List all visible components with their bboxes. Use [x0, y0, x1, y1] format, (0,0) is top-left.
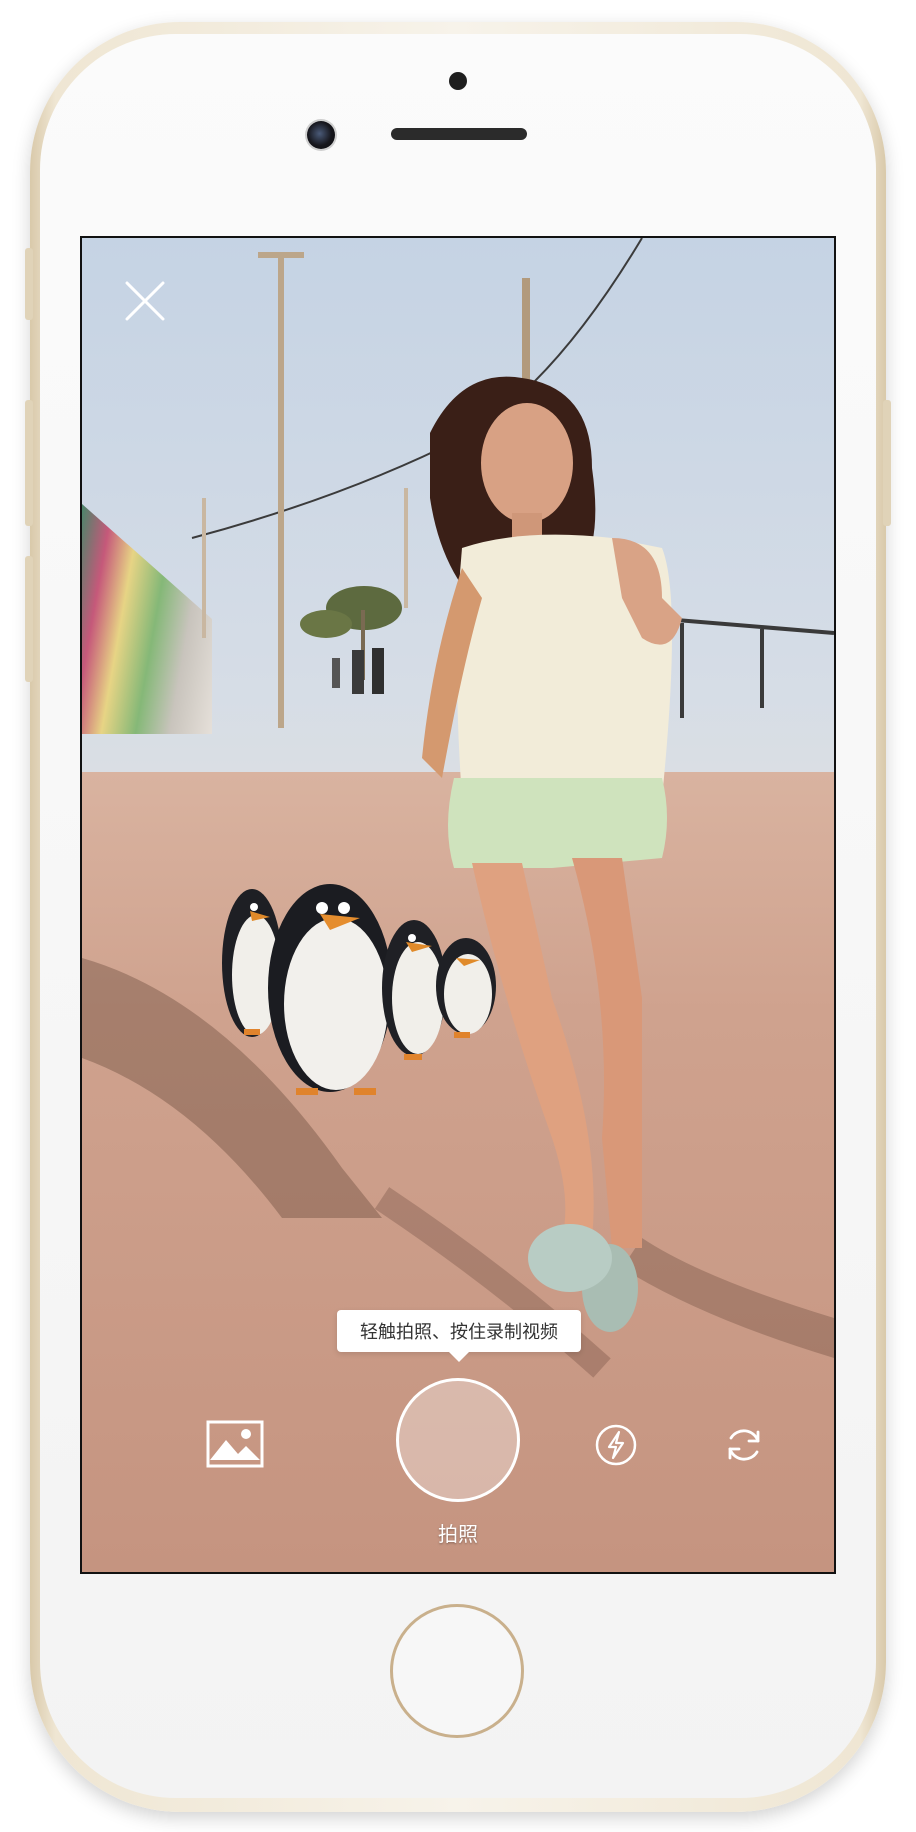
front-camera — [449, 72, 467, 90]
tooltip-arrow — [449, 1352, 469, 1362]
image-gallery-icon — [206, 1420, 264, 1468]
camera-preview-photo — [82, 238, 834, 1378]
proximity-sensor — [307, 121, 335, 149]
mute-switch — [25, 248, 33, 320]
close-button[interactable] — [122, 278, 168, 324]
phone-mockup: 轻触拍照、按住录制视频 拍照 — [0, 0, 916, 1832]
volume-down-button — [25, 556, 33, 682]
volume-up-button — [25, 400, 33, 526]
shutter-button[interactable] — [396, 1378, 520, 1502]
flash-button[interactable] — [594, 1423, 638, 1467]
shutter-label: 拍照 — [438, 1522, 478, 1546]
capture-hint-tooltip: 轻触拍照、按住录制视频 — [337, 1310, 581, 1362]
earpiece-speaker — [391, 128, 527, 140]
switch-camera-button[interactable] — [722, 1423, 766, 1467]
home-button[interactable] — [390, 1604, 524, 1738]
close-icon — [125, 281, 165, 321]
gallery-button[interactable] — [206, 1420, 264, 1468]
power-button — [883, 400, 891, 526]
camera-viewfinder[interactable]: 轻触拍照、按住录制视频 拍照 — [80, 236, 836, 1574]
flash-icon — [595, 1424, 637, 1466]
switch-camera-icon — [728, 1429, 760, 1461]
capture-hint-text: 轻触拍照、按住录制视频 — [360, 1322, 558, 1343]
